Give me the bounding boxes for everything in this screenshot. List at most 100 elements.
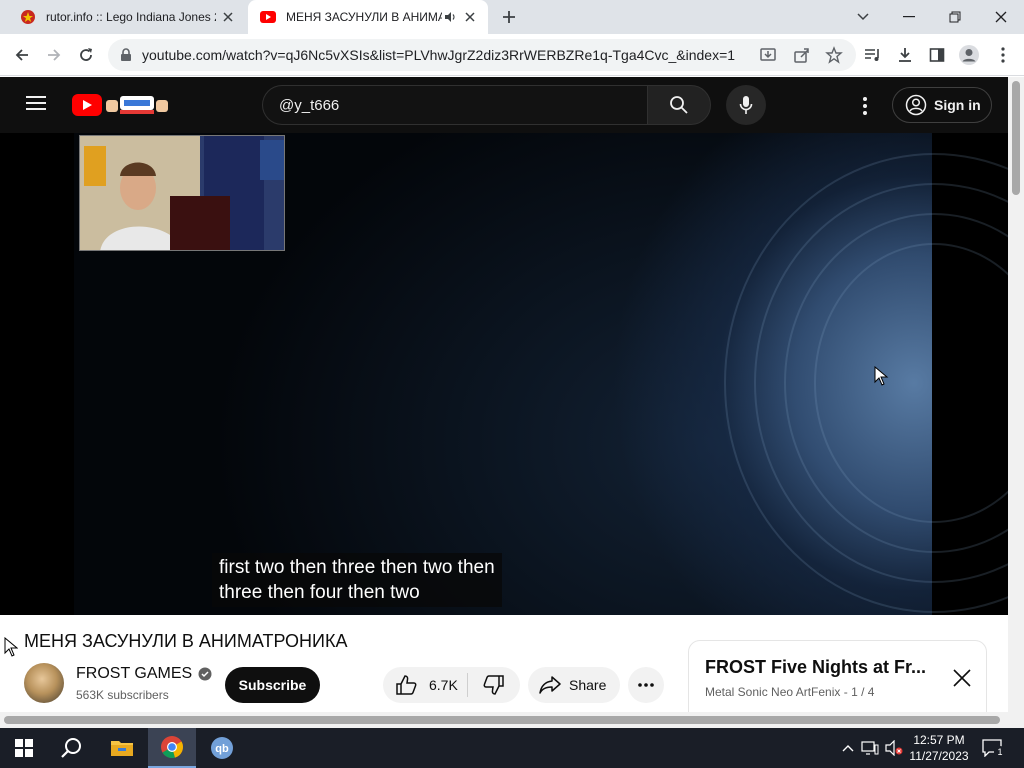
channel-name[interactable]: FROST GAMES [76, 665, 192, 683]
start-button[interactable] [0, 728, 48, 768]
more-actions-button[interactable] [628, 667, 664, 703]
show-hidden-icons-button[interactable] [838, 738, 858, 758]
dislike-button[interactable] [468, 667, 520, 703]
qbittorrent-taskbar-button[interactable]: qb [198, 728, 246, 768]
file-explorer-button[interactable] [98, 728, 146, 768]
thumbs-down-icon [483, 675, 504, 695]
captions: first two then three then two then three… [212, 553, 502, 607]
url-text[interactable]: youtube.com/watch?v=qJ6Nc5vXSIs&list=PLV… [142, 47, 735, 63]
tab-title: МЕНЯ ЗАСУНУЛИ В АНИМАТРОНИКА [286, 10, 442, 24]
youtube-page: @y_t666 Sign in first two then three the… [0, 77, 1008, 718]
tab-rutor[interactable]: rutor.info :: Lego Indiana Jones 2 [8, 0, 246, 34]
close-icon [953, 669, 971, 687]
sign-in-button[interactable]: Sign in [892, 87, 992, 123]
youtube-header: @y_t666 Sign in [0, 77, 1008, 133]
video-player[interactable]: first two then three then two then three… [0, 133, 1008, 615]
chrome-taskbar-button[interactable] [148, 728, 196, 768]
svg-text:qb: qb [215, 743, 229, 755]
close-tab-icon[interactable] [462, 9, 478, 25]
facecam-overlay [79, 135, 285, 251]
close-tab-icon[interactable] [220, 9, 236, 25]
back-button[interactable] [8, 41, 36, 69]
qbittorrent-icon: qb [211, 737, 233, 759]
channel-name-link[interactable]: FROST GAMES [76, 665, 212, 683]
search-button[interactable] [647, 85, 711, 125]
youtube-logo[interactable] [72, 92, 172, 118]
taskbar: qb 12:57 PM 11/27/2023 1 [0, 728, 1024, 768]
share-page-icon[interactable] [792, 45, 812, 65]
restore-button[interactable] [932, 0, 978, 34]
close-playlist-button[interactable] [947, 663, 977, 693]
vertical-scrollbar[interactable] [1008, 77, 1024, 728]
taskbar-search-button[interactable] [48, 728, 96, 768]
clock-time: 12:57 PM [913, 733, 965, 747]
search-icon [670, 96, 688, 114]
caption-line: three then four then two [219, 582, 420, 603]
start-icon [15, 739, 33, 757]
like-button[interactable]: 6.7K [383, 667, 467, 703]
like-count: 6.7K [429, 677, 458, 693]
search-input[interactable]: @y_t666 [262, 85, 648, 125]
mouse-pointer-icon [4, 636, 19, 662]
subscribe-button[interactable]: Subscribe [225, 667, 320, 703]
notification-badge: 1 [994, 746, 1006, 758]
search-icon [61, 738, 81, 758]
playlist-meta: Metal Sonic Neo ArtFenix - 1 / 4 [705, 685, 874, 699]
thumbs-up-icon [396, 675, 417, 695]
video-title: МЕНЯ ЗАСУНУЛИ В АНИМАТРОНИКА [24, 631, 348, 651]
file-explorer-icon [111, 741, 133, 756]
reload-button[interactable] [72, 41, 100, 69]
share-label: Share [569, 677, 607, 693]
minimize-button[interactable] [886, 0, 932, 34]
caption-line: first two then three then two then [219, 557, 495, 578]
playlist-position: 1 / 4 [851, 685, 875, 699]
new-tab-button[interactable] [496, 5, 522, 29]
scroll-thumb[interactable] [1012, 81, 1020, 195]
address-bar[interactable]: youtube.com/watch?v=qJ6Nc5vXSIs&list=PLV… [108, 39, 856, 71]
side-panel-icon[interactable] [926, 44, 948, 66]
volume-muted-icon[interactable] [884, 738, 904, 758]
microphone-icon [739, 96, 753, 114]
speaker-icon[interactable] [444, 11, 456, 26]
close-window-button[interactable] [978, 0, 1024, 34]
youtube-favicon [260, 9, 276, 25]
video-details: МЕНЯ ЗАСУНУЛИ В АНИМАТРОНИКА FROST GAMES… [0, 615, 1008, 718]
bookmark-star-icon[interactable] [824, 45, 844, 65]
settings-more-button[interactable] [850, 91, 880, 121]
tab-strip: rutor.info :: Lego Indiana Jones 2 МЕНЯ … [0, 0, 1024, 34]
tab-title: rutor.info :: Lego Indiana Jones 2 [46, 10, 216, 24]
network-icon[interactable] [860, 738, 880, 758]
voice-search-button[interactable] [726, 85, 766, 125]
sign-in-label: Sign in [934, 97, 981, 113]
notifications-button[interactable]: 1 [982, 738, 1006, 758]
search-query[interactable]: @y_t666 [279, 97, 339, 114]
horizontal-scrollbar[interactable] [0, 712, 1008, 728]
clock-date: 11/27/2023 [909, 749, 969, 763]
share-button[interactable]: Share [528, 667, 620, 703]
tab-youtube[interactable]: МЕНЯ ЗАСУНУЛИ В АНИМАТРОНИКА [248, 0, 488, 34]
playlist-channel[interactable]: Metal Sonic Neo ArtFenix [705, 685, 840, 699]
more-horizontal-icon [638, 683, 654, 687]
install-app-icon[interactable] [758, 45, 778, 65]
system-clock[interactable]: 12:57 PM 11/27/2023 [906, 732, 972, 764]
lock-icon[interactable] [116, 45, 136, 65]
forward-button[interactable] [40, 41, 68, 69]
like-dislike-group: 6.7K [383, 667, 520, 703]
tab-search-button[interactable] [840, 0, 886, 34]
youtube-play-logo-icon [72, 94, 102, 116]
downloads-icon[interactable] [894, 44, 916, 66]
channel-avatar[interactable] [24, 663, 64, 703]
chrome-menu-icon[interactable] [992, 44, 1014, 66]
separator: - [843, 685, 852, 699]
hamburger-menu-icon[interactable] [26, 95, 46, 116]
mouse-cursor-icon [874, 365, 890, 391]
screen: rutor.info :: Lego Indiana Jones 2 МЕНЯ … [0, 0, 1024, 768]
share-arrow-icon [539, 676, 561, 694]
scroll-thumb[interactable] [4, 716, 1000, 724]
verified-check-icon [198, 667, 212, 681]
media-control-icon[interactable] [862, 44, 884, 66]
profile-avatar-icon[interactable] [958, 44, 980, 66]
browser-toolbar: youtube.com/watch?v=qJ6Nc5vXSIs&list=PLV… [0, 34, 1024, 76]
playlist-title[interactable]: FROST Five Nights at Fr... [705, 657, 926, 678]
playlist-panel[interactable]: FROST Five Nights at Fr... Metal Sonic N… [688, 640, 987, 718]
